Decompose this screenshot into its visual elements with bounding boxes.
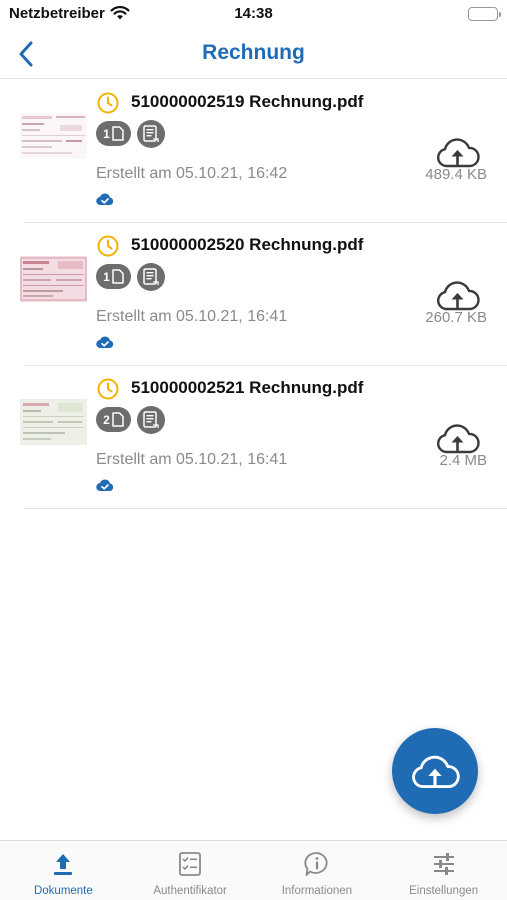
scan-document-icon: [143, 411, 159, 428]
tab-label: Dokumente: [33, 885, 93, 897]
document-name: 510000002521 Rechnung.pdf: [131, 378, 364, 397]
page-icon: [112, 269, 124, 284]
page-title: Rechnung: [202, 41, 305, 64]
document-row[interactable]: 510000002521 Rechnung.pdf 2 Erstellt am …: [0, 366, 507, 509]
clock-icon: [97, 92, 119, 114]
tab-informationen[interactable]: Informationen: [254, 841, 381, 900]
cloud-check-icon: [96, 479, 114, 492]
document-thumbnail: [20, 399, 87, 445]
tab-label: Einstellungen: [409, 885, 479, 897]
tab-dokumente[interactable]: Dokumente: [0, 841, 127, 900]
page-count: 2: [103, 412, 110, 427]
file-size: 489.4 KB: [425, 166, 487, 183]
tab-einstellungen[interactable]: Einstellungen: [380, 841, 507, 900]
upload-fab-button[interactable]: [392, 728, 478, 814]
cloud-upload-icon[interactable]: [435, 279, 480, 311]
document-name: 510000002520 Rechnung.pdf: [131, 235, 364, 254]
cloud-upload-icon: [412, 755, 460, 788]
scan-document-icon: [143, 268, 159, 285]
page-count-badge: 2: [96, 407, 131, 432]
created-date: Erstellt am 05.10.21, 16:41: [96, 308, 288, 325]
document-thumbnail: [20, 256, 87, 302]
scan-badge: [137, 263, 165, 291]
document-row[interactable]: 510000002520 Rechnung.pdf 1 Erstellt am …: [0, 223, 507, 366]
cloud-check-icon: [96, 336, 114, 349]
tab-label: Authentifikator: [153, 885, 227, 897]
sliders-icon: [433, 853, 454, 875]
clock-icon: [97, 235, 119, 257]
checklist-icon: [179, 852, 202, 876]
created-date: Erstellt am 05.10.21, 16:41: [96, 451, 288, 468]
scan-document-icon: [143, 125, 159, 142]
navigation-bar: Rechnung: [0, 30, 507, 79]
status-bar: Netzbetreiber 14:38: [0, 0, 507, 30]
cloud-upload-icon[interactable]: [435, 136, 480, 168]
page-count-badge: 1: [96, 121, 131, 146]
info-bubble-icon: [304, 852, 328, 876]
page-count-badge: 1: [96, 264, 131, 289]
document-list: 510000002519 Rechnung.pdf 1 Erstellt am …: [0, 80, 507, 509]
tab-authentifikator[interactable]: Authentifikator: [127, 841, 254, 900]
document-thumbnail: [20, 113, 87, 159]
page-count: 1: [103, 269, 110, 284]
page-icon: [112, 412, 124, 427]
scan-badge: [137, 120, 165, 148]
scan-badge: [137, 406, 165, 434]
file-size: 2.4 MB: [439, 452, 487, 469]
cloud-check-icon: [96, 193, 114, 206]
tab-label: Informationen: [281, 885, 353, 897]
status-time: 14:38: [234, 5, 273, 22]
page-icon: [112, 126, 124, 141]
document-name: 510000002519 Rechnung.pdf: [131, 92, 364, 111]
page-count: 1: [103, 126, 110, 141]
file-size: 260.7 KB: [425, 309, 487, 326]
tab-bar: Dokumente Authentifikator Informationen …: [0, 840, 507, 900]
clock-icon: [97, 378, 119, 400]
created-date: Erstellt am 05.10.21, 16:42: [96, 165, 288, 182]
cloud-upload-icon[interactable]: [435, 422, 480, 454]
battery-icon: [468, 7, 501, 21]
upload-arrow-icon: [54, 854, 73, 875]
document-row[interactable]: 510000002519 Rechnung.pdf 1 Erstellt am …: [0, 80, 507, 223]
